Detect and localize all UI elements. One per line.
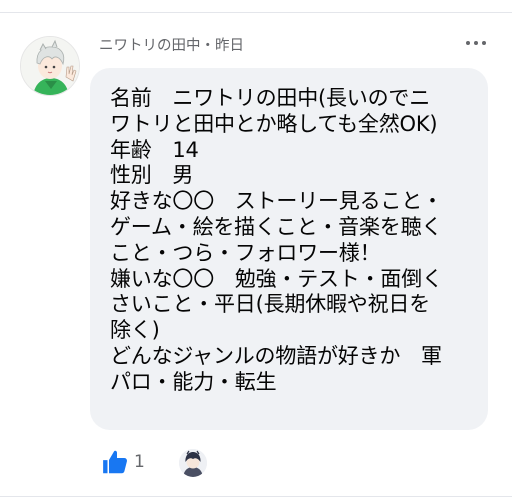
more-options-icon[interactable] <box>460 36 492 50</box>
text-line: パロ・能力・転生 <box>110 369 277 394</box>
more-dot <box>466 41 470 45</box>
text-line: 名前 ニワトリの田中(長いのでニ <box>110 86 430 110</box>
text-line: どんなジャンルの物語が好きか 軍 <box>110 343 442 368</box>
reactor-avatar[interactable] <box>179 449 207 477</box>
text-line: こと・つら・フォロワー様！ <box>110 240 381 265</box>
text-line: 好きな〇〇 ストーリー見ること・ <box>110 189 443 214</box>
comment-text: 名前 ニワトリの田中(長いのでニ ワトリと田中とか略しても全然OK) 年齢 14… <box>110 86 488 396</box>
text-line: ワトリと田中とか略しても全然OK) <box>110 111 438 136</box>
more-dot <box>474 41 478 45</box>
author-avatar[interactable] <box>20 36 80 96</box>
thumbs-up-icon <box>103 450 127 474</box>
post-time[interactable]: 昨日 <box>215 38 244 54</box>
top-divider <box>0 12 512 13</box>
post-meta: ニワトリの田中・昨日 <box>99 34 244 55</box>
text-line: 嫌いな〇〇 勉強・テスト・面倒く <box>110 266 443 291</box>
avatar-illustration <box>21 37 79 95</box>
text-line: 性別 男 <box>110 163 194 188</box>
reactor-avatar-image <box>179 449 207 477</box>
meta-separator: ・ <box>200 38 216 54</box>
text-line: 除く) <box>110 318 160 343</box>
more-dot <box>482 41 486 45</box>
like-count: 1 <box>134 452 145 472</box>
text-line: ゲーム・絵を描くこと・音楽を聴く <box>110 214 443 239</box>
author-name[interactable]: ニワトリの田中 <box>99 38 201 54</box>
like-button[interactable]: 1 <box>100 446 145 478</box>
comment-bubble: 名前 ニワトリの田中(長いのでニ ワトリと田中とか略しても全然OK) 年齢 14… <box>90 68 488 430</box>
text-line: さいこと・平日(長期休暇や祝日を <box>110 292 430 317</box>
text-line: 年齢 14 <box>110 137 199 162</box>
bottom-divider <box>0 496 512 497</box>
